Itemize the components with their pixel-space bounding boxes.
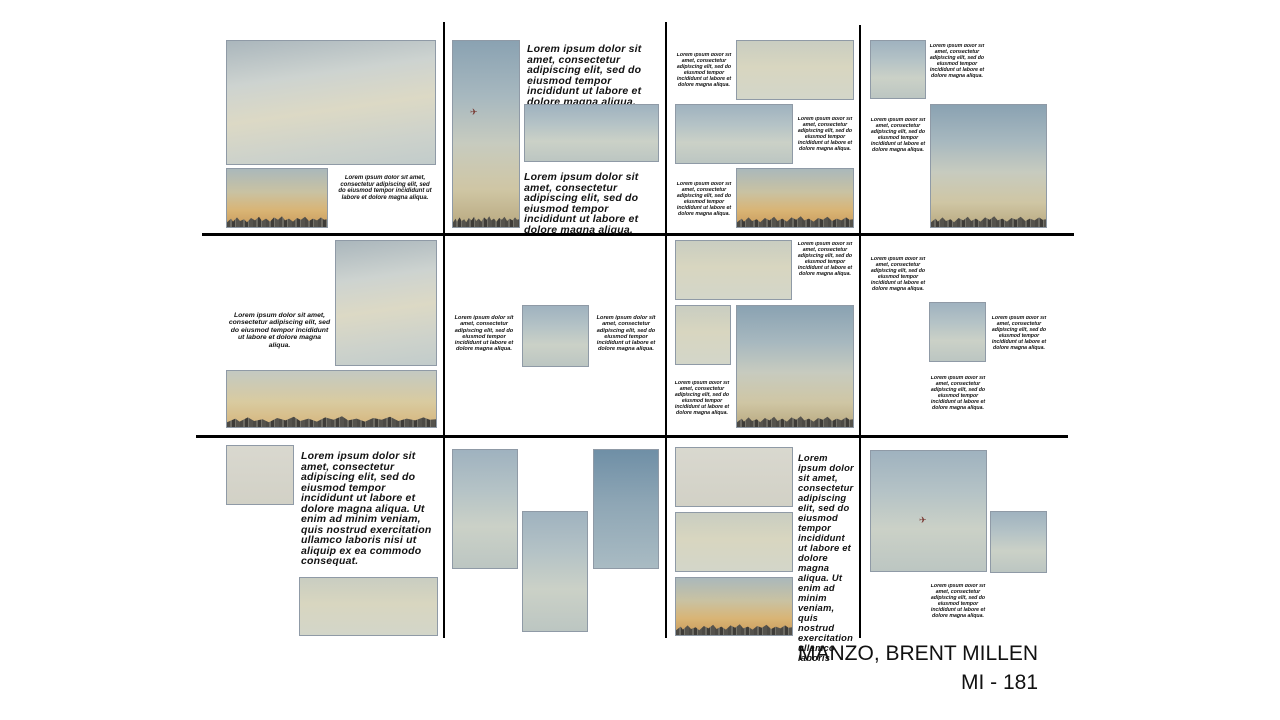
caption-text: Lorem ipsum dolor sit amet, consectetur …	[676, 53, 732, 88]
caption-text: Lorem ipsum dolor sit amet, consectetur …	[338, 175, 432, 201]
airplane-icon: ✈	[919, 515, 927, 525]
sky-photo	[870, 40, 926, 99]
sky-photo	[299, 577, 438, 636]
caption-text: Lorem ipsum dolor sit amet, consectetur …	[228, 312, 331, 349]
sky-photo-tall: ✈	[452, 40, 520, 228]
caption-text: Lorem ipsum dolor sit amet, consectetur …	[798, 453, 854, 663]
airplane-icon: ✈	[470, 107, 478, 117]
author-name: MANZO, BRENT MILLEN	[798, 642, 1038, 665]
grid-vertical-line-2	[665, 22, 667, 638]
caption-text: Lorem ipsum dolor sit amet, consectetur …	[454, 315, 514, 353]
sky-photo	[226, 40, 436, 165]
sky-photo	[930, 104, 1047, 228]
caption-text: Lorem ipsum dolor sit amet, consectetur …	[527, 44, 642, 107]
sunset-photo	[675, 577, 793, 636]
grid-vertical-line-3	[859, 25, 861, 638]
caption-text: Lorem ipsum dolor sit amet, consectetur …	[870, 118, 926, 153]
sky-photo	[522, 305, 589, 367]
sky-photo	[736, 40, 854, 100]
sky-photo	[675, 305, 731, 365]
caption-text: Lorem ipsum dolor sit amet, consectetur …	[870, 257, 926, 292]
sky-photo	[335, 240, 437, 366]
caption-text: Lorem ipsum dolor sit amet, consectetur …	[596, 315, 656, 353]
caption-text: Lorem ipsum dolor sit amet, consectetur …	[674, 381, 730, 416]
sky-photo	[524, 104, 659, 162]
author-code: MI - 181	[960, 671, 1038, 694]
sky-photo	[990, 511, 1047, 573]
caption-text: Lorem ipsum dolor sit amet, consectetur …	[524, 172, 639, 235]
city-skyline	[737, 416, 853, 427]
city-skyline	[227, 416, 436, 427]
caption-text: Lorem ipsum dolor sit amet, consectetur …	[929, 44, 985, 79]
sky-photo	[675, 240, 792, 300]
city-skyline	[453, 216, 519, 227]
sky-photo	[675, 512, 793, 572]
caption-text: Lorem ipsum dolor sit amet, consectetur …	[930, 376, 986, 411]
grid-horizontal-line-2	[196, 435, 1068, 438]
city-skyline	[931, 216, 1046, 227]
sky-photo	[675, 104, 793, 164]
sky-photo	[522, 511, 588, 632]
sky-photo	[593, 449, 659, 569]
caption-text: Lorem ipsum dolor sit amet, consectetur …	[991, 316, 1047, 351]
city-skyline	[227, 216, 327, 227]
sunset-photo	[226, 370, 437, 428]
sky-photo-tall	[736, 305, 854, 428]
sky-photo	[452, 449, 518, 569]
sky-photo	[929, 302, 986, 362]
caption-text: Lorem ipsum dolor sit amet, consectetur …	[930, 584, 986, 619]
sunset-photo	[226, 168, 328, 228]
caption-text: Lorem ipsum dolor sit amet, consectetur …	[676, 182, 732, 217]
city-skyline	[676, 624, 792, 635]
caption-text: Lorem ipsum dolor sit amet, consectetur …	[797, 117, 853, 152]
caption-text: Lorem ipsum dolor sit amet, consectetur …	[797, 242, 853, 277]
caption-text: Lorem ipsum dolor sit amet, consectetur …	[301, 451, 432, 567]
sky-photo	[226, 445, 294, 505]
sky-photo	[675, 447, 793, 507]
sky-photo: ✈	[870, 450, 987, 572]
sunset-photo	[736, 168, 854, 228]
grid-vertical-line-1	[443, 22, 445, 638]
city-skyline	[737, 216, 853, 227]
